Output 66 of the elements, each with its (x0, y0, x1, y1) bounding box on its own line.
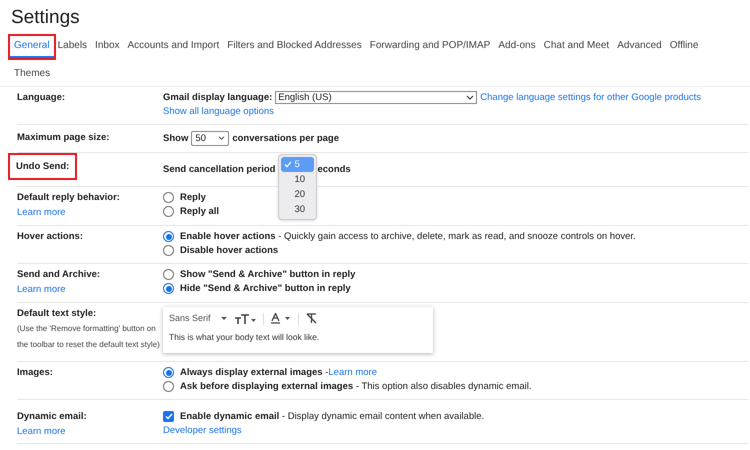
settings-tab[interactable]: Chat and Meet (540, 36, 614, 58)
page-size-select[interactable]: 50 (191, 131, 230, 146)
learn-more-link[interactable]: Learn more (17, 425, 66, 438)
radio-button[interactable] (163, 381, 174, 392)
all-languages-link[interactable]: Show all language options (163, 105, 702, 118)
radio-button[interactable] (163, 269, 174, 280)
option-label: Enable hover actions - Quickly gain access to archive, delete, mark as read, and snooze controls on hover. (180, 230, 636, 243)
setting-label: Default reply behavior: (17, 191, 120, 204)
setting-label: Undo Send: (10, 155, 76, 178)
font-select[interactable]: Sans Serif (169, 312, 227, 325)
radio-button[interactable] (163, 367, 174, 378)
learn-more-link[interactable]: Learn more (17, 283, 66, 296)
setting-label: Language: (17, 91, 66, 104)
chevron-icon (218, 136, 226, 141)
text-size-icon[interactable] (234, 314, 256, 324)
option-label: Show "Send & Archive" button in reply (180, 268, 356, 281)
settings-tab[interactable]: Themes (10, 64, 54, 84)
settings-tab[interactable]: Advanced (613, 36, 666, 58)
settings-tab[interactable]: Forwarding and POP/IMAP (366, 36, 494, 58)
settings-tab[interactable]: General (10, 36, 54, 58)
option-label: Reply (180, 191, 206, 204)
setting-label: Send and Archive: (17, 268, 100, 281)
learn-more-link[interactable]: Learn more (17, 206, 66, 219)
option-label: Ask before displaying external images - This option also disables dynamic email. (180, 380, 532, 393)
radio-button[interactable] (163, 283, 174, 294)
option-label: Hide "Send & Archive" button in reply (180, 282, 351, 295)
settings-tab[interactable]: Accounts and Import (124, 36, 224, 58)
option-label: Enable dynamic email - Display dynamic email content when available. (180, 410, 484, 423)
text-color-icon[interactable] (270, 313, 291, 324)
radio-button[interactable] (163, 231, 174, 242)
field-label: Send cancellation period (163, 163, 276, 176)
learn-more-link[interactable]: Learn more (328, 366, 377, 379)
setting-label: Maximum page size: (17, 131, 110, 144)
dropdown-option[interactable]: 30 (281, 202, 314, 216)
radio-button[interactable] (163, 206, 174, 217)
setting-label: Dynamic email: (17, 410, 87, 423)
option-label: Always display external images - (180, 366, 328, 379)
checkbox[interactable] (163, 411, 174, 422)
field-label: Show (163, 132, 188, 145)
language-settings-link[interactable]: Change language settings for other Google products (480, 91, 702, 104)
field-label: Gmail display language: (163, 91, 272, 104)
settings-tab[interactable]: Filters and Blocked Addresses (223, 36, 366, 58)
check-icon (284, 160, 292, 168)
language-select[interactable]: English (US) (275, 91, 478, 104)
setting-label: Images: (17, 366, 53, 379)
clear-formatting-icon[interactable] (306, 313, 317, 324)
setting-label: Default text style: (17, 307, 96, 320)
settings-tab[interactable]: Labels (54, 36, 92, 58)
sample-text: This is what your body text will look like. (169, 331, 320, 344)
chevron-icon (466, 94, 474, 100)
radio-button[interactable] (163, 245, 174, 256)
dropdown-option[interactable]: 10 (281, 172, 314, 186)
field-label: econds (317, 163, 351, 176)
field-label: conversations per page (232, 132, 339, 145)
dropdown-option[interactable]: 20 (281, 186, 314, 202)
settings-tab[interactable]: Add-ons (494, 36, 540, 58)
page-title: Settings (10, 6, 81, 30)
setting-label: Hover actions: (17, 230, 83, 243)
radio-button[interactable] (163, 192, 174, 203)
developer-settings-link[interactable]: Developer settings (163, 424, 484, 437)
option-label: Disable hover actions (180, 244, 278, 257)
settings-tab[interactable]: Offline (666, 36, 702, 58)
caret-icon (220, 316, 227, 320)
settings-tab[interactable]: Inbox (91, 36, 124, 58)
note-text: (Use the 'Remove formatting' button on the toolbar to reset the default text style) (17, 323, 161, 351)
option-label: Reply all (180, 205, 220, 218)
